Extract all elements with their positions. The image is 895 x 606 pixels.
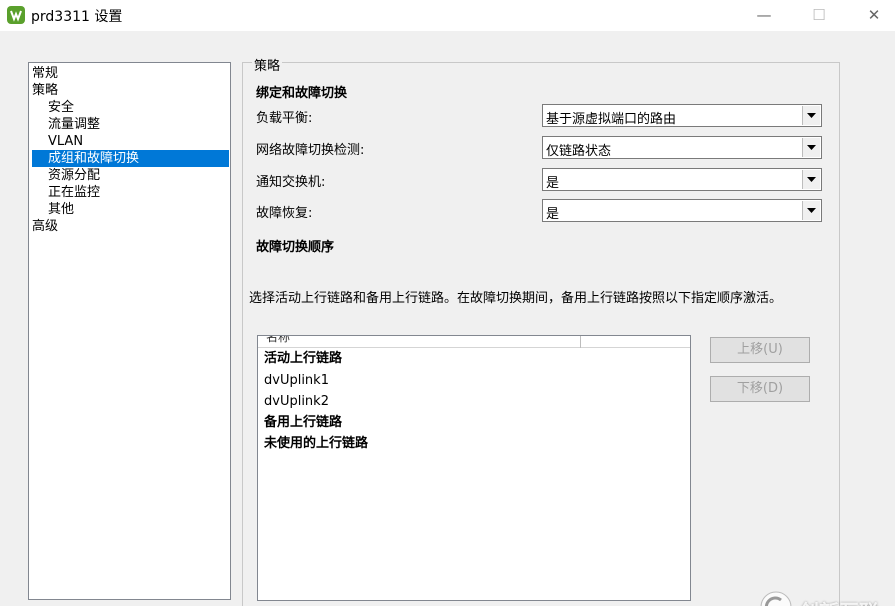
tree-item-traffic-shaping[interactable]: 流量调整	[32, 116, 229, 133]
load-balancing-label: 负载平衡:	[256, 111, 313, 126]
tree-item-policy[interactable]: 策略	[32, 82, 229, 99]
notify-switches-value: 是	[546, 176, 560, 191]
chevron-down-icon	[807, 177, 816, 182]
network-failover-detection-value: 仅链路状态	[546, 144, 612, 159]
window-title: prd3311 设置	[31, 9, 123, 25]
notify-switches-label: 通知交换机:	[256, 175, 326, 190]
tree-item-security[interactable]: 安全	[32, 99, 229, 116]
chevron-down-icon	[807, 145, 816, 150]
move-up-button[interactable]: 上移(U)	[710, 337, 810, 363]
list-item-standby-uplinks[interactable]: 备用上行链路	[264, 413, 342, 433]
load-balancing-select[interactable]: 基于源虚拟端口的路由	[542, 104, 822, 127]
list-header: 名称	[258, 336, 690, 348]
policy-group-title: 策略	[252, 55, 283, 74]
chevron-down-icon	[807, 208, 816, 213]
tree-item-general[interactable]: 常规	[32, 65, 229, 82]
tree-item-vlan[interactable]: VLAN	[32, 133, 229, 150]
load-balancing-dropdown-button[interactable]	[802, 106, 820, 125]
uplink-order-list[interactable]: 名称 活动上行链路 dvUplink1 dvUplink2 备用上行链路 未使用…	[257, 335, 691, 601]
list-item-active-uplinks[interactable]: 活动上行链路	[264, 349, 342, 369]
load-balancing-value: 基于源虚拟端口的路由	[546, 112, 677, 127]
title-bar: prd3311 设置 — ☐ ✕	[0, 0, 895, 31]
settings-tree[interactable]: 常规 策略 安全 流量调整 VLAN 成组和故障切换 资源分配 正在监控 其他 …	[28, 62, 231, 600]
minimize-icon: —	[756, 6, 772, 24]
tree-item-monitoring[interactable]: 正在监控	[32, 184, 229, 201]
network-failover-detection-dropdown-button[interactable]	[802, 138, 820, 157]
binding-failover-heading: 绑定和故障切换	[256, 86, 348, 101]
failback-label: 故障恢复:	[256, 206, 313, 221]
column-header-name[interactable]: 名称	[266, 336, 290, 345]
watermark: 创新互联	[759, 588, 895, 606]
list-item-dvuplink2[interactable]: dvUplink2	[264, 392, 329, 412]
tree-item-miscellaneous[interactable]: 其他	[32, 201, 229, 218]
tree-item-teaming-failover[interactable]: 成组和故障切换	[32, 150, 229, 167]
tree-item-advanced[interactable]: 高级	[32, 218, 229, 235]
tree-item-resource-allocation[interactable]: 资源分配	[32, 167, 229, 184]
chevron-down-icon	[807, 113, 816, 118]
network-failover-detection-select[interactable]: 仅链路状态	[542, 136, 822, 159]
close-icon: ✕	[867, 6, 881, 24]
failback-value: 是	[546, 207, 560, 222]
network-failover-detection-label: 网络故障切换检测:	[256, 143, 365, 158]
close-button[interactable]: ✕	[862, 4, 886, 26]
maximize-button[interactable]: ☐	[807, 4, 831, 26]
vsphere-app-icon	[7, 6, 25, 24]
list-item-unused-uplinks[interactable]: 未使用的上行链路	[264, 434, 368, 454]
failover-order-description: 选择活动上行链路和备用上行链路。在故障切换期间，备用上行链路按照以下指定顺序激活…	[249, 291, 783, 306]
minimize-button[interactable]: —	[752, 4, 776, 26]
column-separator[interactable]	[580, 336, 581, 348]
notify-switches-dropdown-button[interactable]	[802, 170, 820, 189]
notify-switches-select[interactable]: 是	[542, 168, 822, 191]
failback-dropdown-button[interactable]	[802, 201, 820, 220]
watermark-logo-icon	[760, 591, 792, 606]
list-item-dvuplink1[interactable]: dvUplink1	[264, 371, 329, 391]
watermark-text: 创新互联	[799, 596, 879, 606]
failover-order-heading: 故障切换顺序	[256, 240, 335, 255]
failback-select[interactable]: 是	[542, 199, 822, 222]
dialog-client-area: 常规 策略 安全 流量调整 VLAN 成组和故障切换 资源分配 正在监控 其他 …	[0, 31, 895, 606]
maximize-icon: ☐	[812, 6, 826, 24]
move-down-button[interactable]: 下移(D)	[710, 376, 810, 402]
